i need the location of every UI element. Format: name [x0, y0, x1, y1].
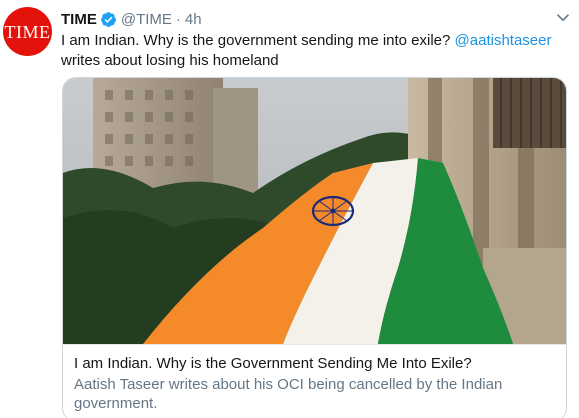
mention-link[interactable]: @aatishtaseer — [455, 32, 552, 49]
avatar[interactable]: TIME — [3, 7, 52, 56]
card-title: I am Indian. Why is the Government Sendi… — [74, 355, 472, 372]
tweet-header: TIME @TIME · 4h — [61, 9, 202, 29]
link-card[interactable]: I am Indian. Why is the Government Sendi… — [62, 77, 567, 418]
tweet-text: I am Indian. Why is the government sendi… — [61, 31, 561, 71]
tweet-text-continued: writes about losing his homeland — [61, 52, 279, 69]
user-handle[interactable]: @TIME — [121, 11, 172, 28]
chevron-down-icon[interactable] — [557, 13, 569, 23]
avatar-logo-text: TIME — [4, 21, 51, 42]
card-body[interactable]: I am Indian. Why is the Government Sendi… — [63, 344, 566, 413]
card-image[interactable] — [63, 78, 567, 344]
separator-dot: · — [175, 10, 181, 28]
card-description: Aatish Taseer writes about his OCI being… — [74, 376, 503, 412]
verified-badge-icon — [100, 11, 117, 28]
tweet-text-main: I am Indian. Why is the government sendi… — [61, 32, 451, 49]
timestamp[interactable]: 4h — [185, 11, 202, 28]
display-name[interactable]: TIME — [61, 11, 97, 28]
tweet[interactable]: TIME TIME @TIME · 4h I am Indian. Why is… — [0, 0, 579, 418]
